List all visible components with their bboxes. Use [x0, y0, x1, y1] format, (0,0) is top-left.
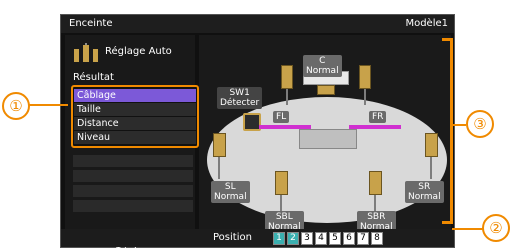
position-8-button[interactable]: 8 [371, 232, 383, 245]
menu-item-level[interactable]: Niveau [74, 131, 196, 144]
auto-setup-label: Réglage Auto [105, 46, 172, 57]
empty-row [73, 185, 193, 197]
speaker-sw1-status: Détecter [220, 98, 260, 108]
speaker-sbr-name: SBR [367, 212, 386, 222]
surround-left-speaker-icon[interactable] [213, 133, 226, 157]
screen-header: Enceinte Modèle1 [61, 15, 454, 33]
model-label: Modèle1 [405, 18, 448, 29]
speaker-c-name: C [319, 56, 326, 66]
empty-row [73, 200, 193, 212]
auto-setup-icon [74, 43, 98, 62]
position-6-button[interactable]: 6 [343, 232, 355, 245]
speaker-stand [430, 157, 432, 179]
listening-seat-icon [299, 129, 357, 149]
empty-row [73, 170, 193, 182]
position-1-button[interactable]: 1 [273, 232, 285, 245]
front-right-speaker-icon[interactable] [359, 65, 371, 89]
menu-item-size[interactable]: Taille [74, 103, 196, 116]
speaker-fl-label: FL [273, 111, 290, 123]
surround-right-speaker-icon[interactable] [425, 133, 438, 157]
speaker-sr-status: Normal [408, 192, 441, 202]
speaker-stand [218, 157, 220, 179]
speaker-sr-name: SR [418, 182, 431, 192]
speaker-sl-label: SL Normal [211, 181, 250, 203]
position-3-button[interactable]: 3 [301, 232, 313, 245]
position-2-button[interactable]: 2 [287, 232, 299, 245]
callout-2: ② [482, 214, 510, 242]
result-menu: Câblage Taille Distance Niveau [71, 85, 199, 148]
position-footer: Position 1 2 3 4 5 6 7 8 [61, 229, 454, 247]
position-5-button[interactable]: 5 [329, 232, 341, 245]
speaker-sw1-label: SW1 Détecter [217, 87, 263, 109]
callout-1-leader [28, 104, 68, 106]
callout-2-leader [452, 228, 484, 230]
speaker-fr-label: FR [369, 111, 387, 123]
speaker-c-label: C Normal [303, 55, 342, 77]
speaker-sw1-name: SW1 [229, 88, 250, 98]
surround-back-right-speaker-icon[interactable] [369, 171, 382, 195]
speaker-c-status: Normal [306, 66, 339, 76]
callout-3: ③ [466, 110, 494, 138]
position-label: Position [213, 232, 252, 243]
left-panel: Réglage Auto Résultat Câblage Taille Dis… [65, 35, 199, 251]
center-speaker-icon[interactable] [317, 85, 335, 95]
result-label: Résultat [73, 72, 114, 83]
speaker-stand [280, 195, 282, 211]
menu-item-wiring[interactable]: Câblage [74, 89, 196, 102]
position-7-button[interactable]: 7 [357, 232, 369, 245]
speaker-sbl-name: SBL [275, 212, 293, 222]
position-4-button[interactable]: 4 [315, 232, 327, 245]
speaker-layout: C Normal SW1 Détecter FL FR SL Normal SR… [199, 35, 451, 235]
menu-item-distance[interactable]: Distance [74, 117, 196, 130]
speaker-stand [374, 195, 376, 211]
speaker-sl-name: SL [224, 182, 236, 192]
speaker-settings-screen: Enceinte Modèle1 Réglage Auto Résultat C… [60, 14, 455, 251]
empty-row [73, 155, 193, 167]
callout-3-leader [452, 124, 466, 126]
speaker-stand [286, 89, 288, 105]
speaker-stand [364, 89, 366, 105]
speaker-sr-label: SR Normal [405, 181, 444, 203]
callout-1: ① [2, 92, 30, 120]
page-title: Enceinte [69, 18, 113, 29]
callout-3-bracket [442, 38, 453, 224]
front-left-speaker-icon[interactable] [281, 65, 293, 89]
speaker-sl-status: Normal [214, 192, 247, 202]
surround-back-left-speaker-icon[interactable] [275, 171, 288, 195]
